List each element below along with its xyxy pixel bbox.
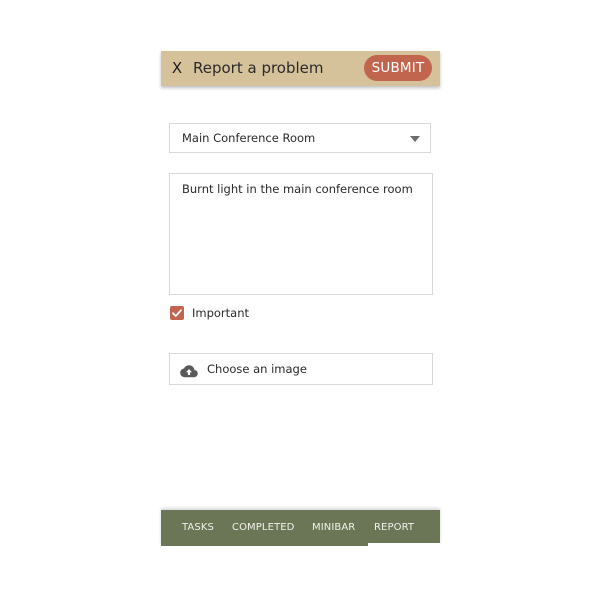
tab-minibar[interactable]: MINIBAR	[312, 510, 355, 546]
page-title: Report a problem	[193, 59, 324, 77]
location-select[interactable]: Main Conference Room	[169, 123, 431, 153]
active-tab-indicator	[368, 543, 440, 546]
important-label[interactable]: Important	[192, 306, 249, 321]
choose-image-button[interactable]: Choose an image	[169, 353, 433, 385]
checkmark-icon	[172, 309, 182, 317]
location-select-value: Main Conference Room	[182, 131, 316, 145]
choose-image-label: Choose an image	[207, 362, 307, 376]
bottom-navigation: TASKS COMPLETED MINIBAR REPORT	[161, 510, 440, 546]
close-button[interactable]: X	[170, 59, 184, 77]
cloud-upload-icon	[180, 363, 198, 378]
chevron-down-icon	[410, 136, 420, 142]
submit-button[interactable]: SUBMIT	[364, 55, 432, 81]
tab-tasks[interactable]: TASKS	[182, 510, 214, 546]
description-text: Burnt light in the main conference room	[182, 182, 413, 196]
description-textarea[interactable]: Burnt light in the main conference room	[169, 173, 433, 295]
important-checkbox[interactable]	[170, 306, 184, 320]
app-bar: X Report a problem SUBMIT	[161, 51, 440, 86]
tab-completed[interactable]: COMPLETED	[232, 510, 294, 546]
tab-report[interactable]: REPORT	[374, 510, 414, 546]
report-problem-screen: X Report a problem SUBMIT Main Conferenc…	[161, 51, 440, 546]
